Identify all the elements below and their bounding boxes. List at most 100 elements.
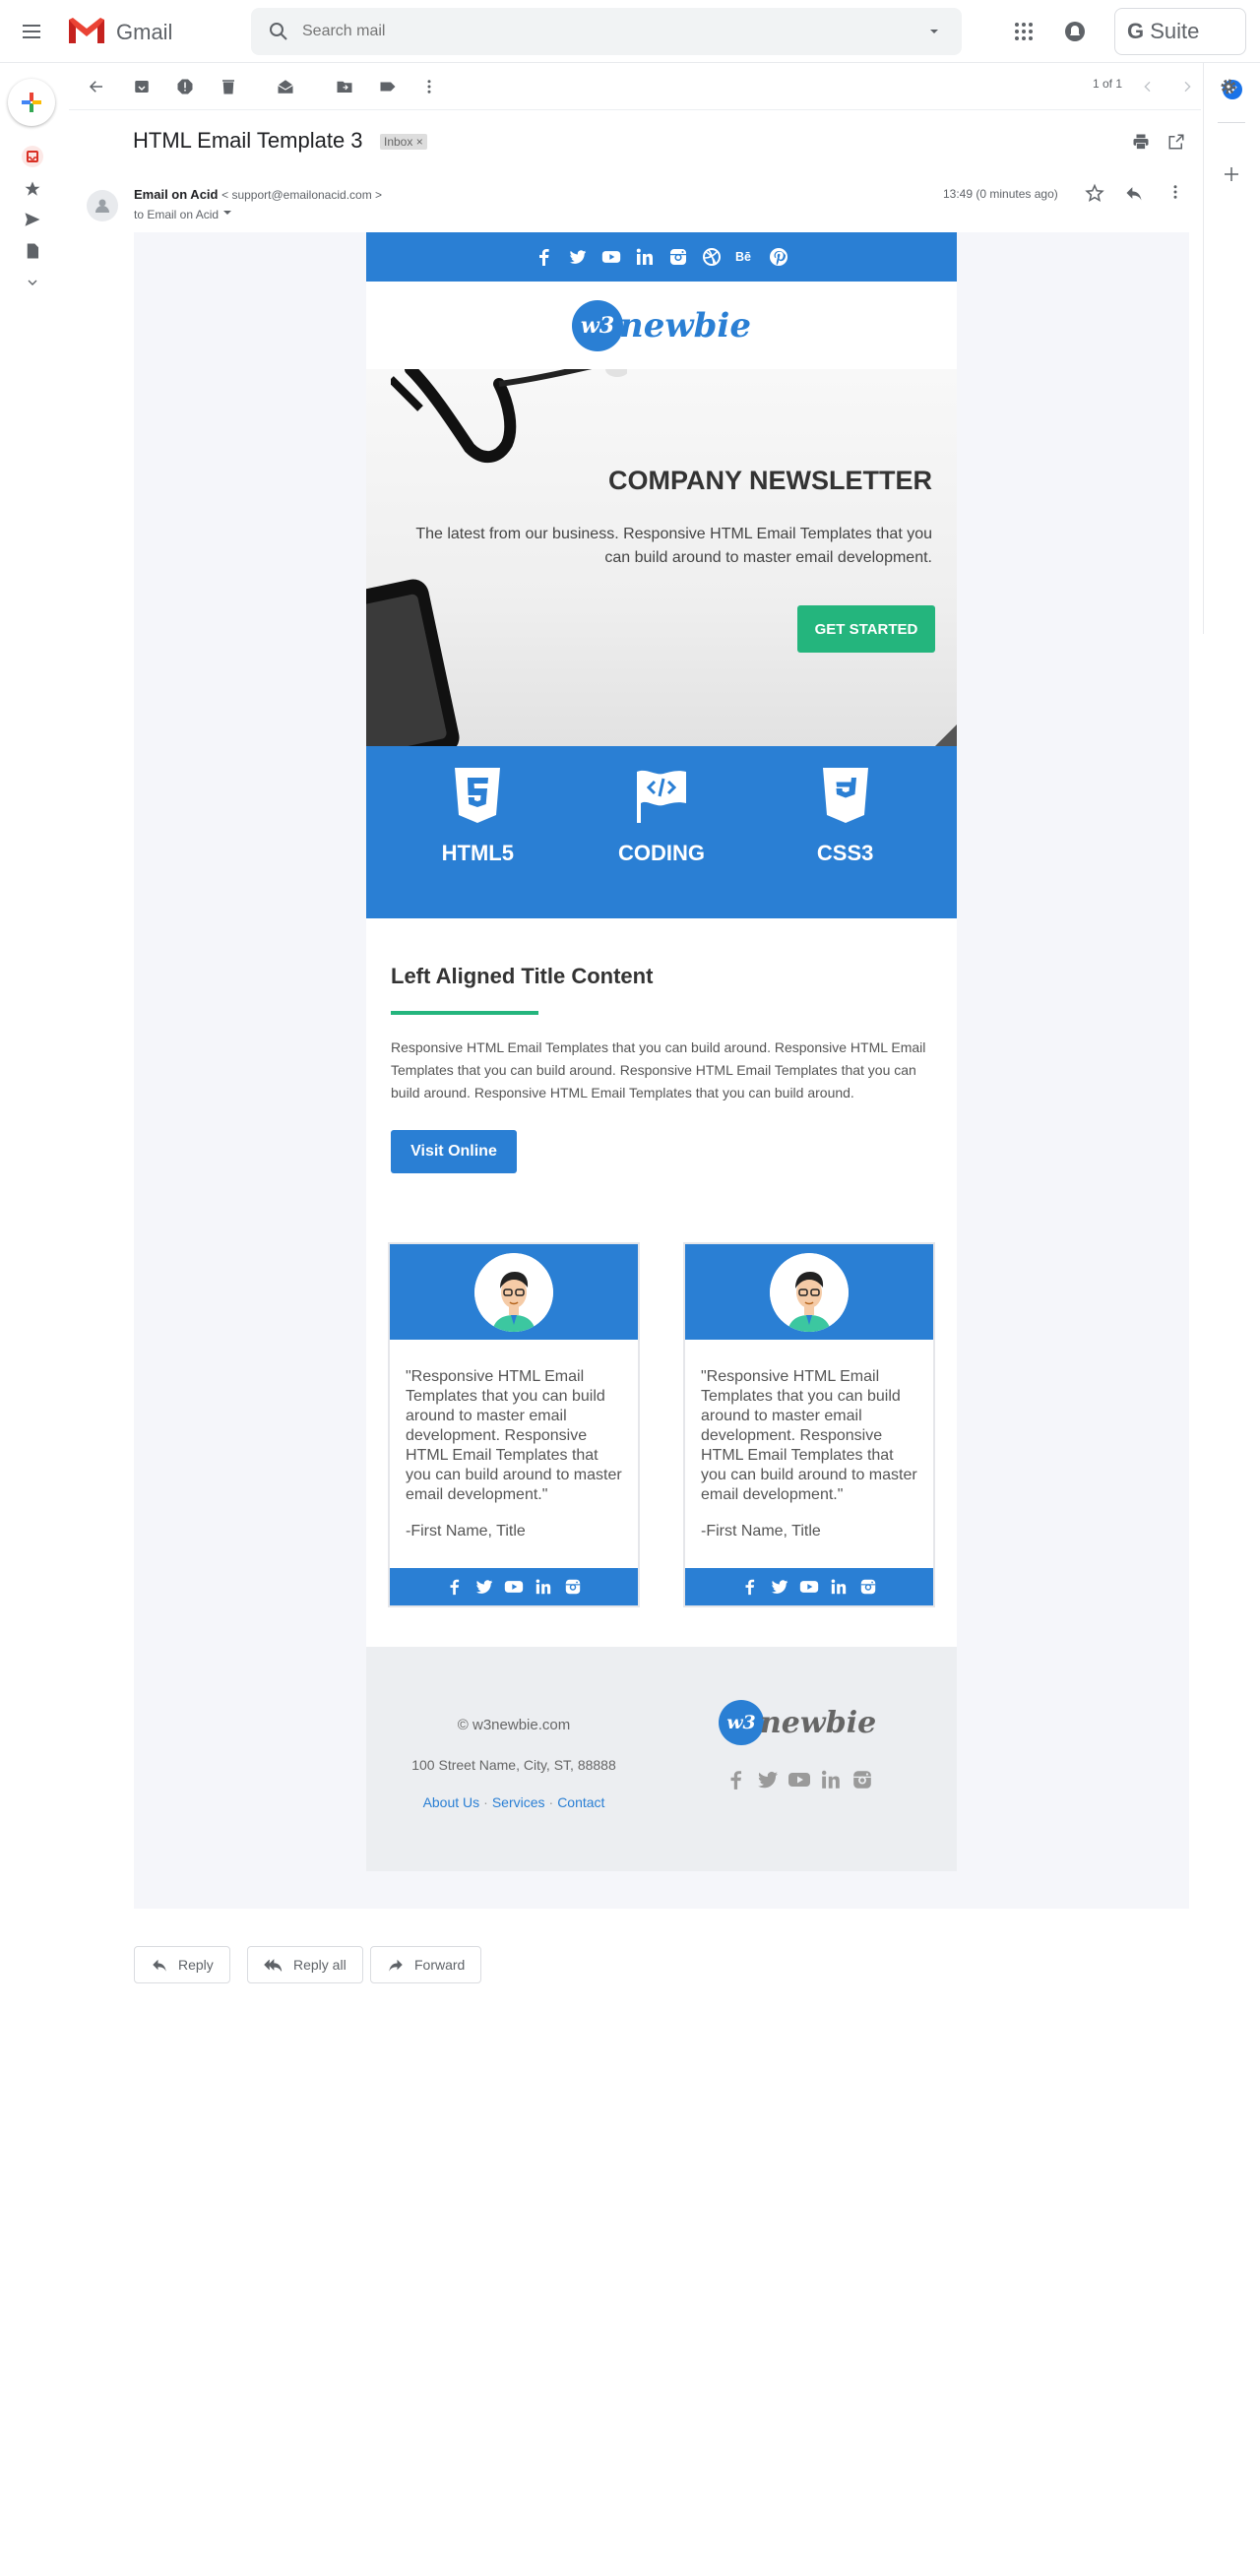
starred-icon[interactable] — [22, 178, 43, 200]
testimonial-social-bar — [390, 1568, 638, 1605]
more-labels-icon[interactable] — [22, 272, 43, 293]
footer-link-about[interactable]: About Us — [423, 1794, 480, 1810]
feature-label: CODING — [617, 841, 705, 865]
hero-banner: COMPANY NEWSLETTER The latest from our b… — [366, 369, 957, 746]
footer-copyright: © w3newbie.com — [457, 1717, 571, 1733]
delete-icon[interactable] — [219, 77, 238, 96]
compose-button[interactable] — [8, 79, 55, 126]
notifications-icon[interactable] — [1063, 20, 1087, 43]
gsuite-g: G — [1127, 19, 1145, 43]
reply-button[interactable]: Reply — [134, 1946, 230, 1983]
visit-online-button[interactable]: Visit Online — [391, 1130, 517, 1173]
linkedin-icon[interactable] — [635, 247, 655, 267]
reply-label: Reply — [178, 1957, 214, 1973]
facebook-icon[interactable] — [444, 1576, 466, 1598]
feature-label: CSS3 — [816, 841, 874, 865]
phone-image — [366, 579, 460, 746]
facebook-icon[interactable] — [724, 1767, 749, 1792]
footer-logo[interactable]: w3 newbie — [719, 1700, 876, 1745]
reply-arrow-icon[interactable] — [1124, 183, 1144, 203]
more-options-icon[interactable] — [419, 77, 439, 96]
link-separator: · — [483, 1794, 488, 1810]
instagram-icon[interactable] — [857, 1576, 879, 1598]
twitter-icon[interactable] — [769, 1576, 790, 1598]
star-icon[interactable] — [1085, 183, 1104, 203]
side-panel — [1203, 63, 1260, 634]
twitter-icon[interactable] — [755, 1767, 781, 1792]
instagram-icon[interactable] — [850, 1767, 875, 1792]
linkedin-icon[interactable] — [828, 1576, 850, 1598]
sender-name[interactable]: Email on Acid — [134, 187, 218, 202]
gmail-logo-icon[interactable] — [67, 16, 106, 45]
youtube-icon[interactable] — [787, 1767, 812, 1792]
footer-link-services[interactable]: Services — [492, 1794, 545, 1810]
settings-gear-icon[interactable] — [1219, 77, 1238, 96]
inbox-label-chip[interactable]: Inbox × — [380, 134, 427, 150]
get-started-button[interactable]: GET STARTED — [797, 605, 935, 653]
linkedin-icon[interactable] — [533, 1576, 554, 1598]
gmail-wordmark[interactable]: Gmail — [116, 20, 172, 45]
footer-social-bar — [724, 1767, 875, 1792]
w3newbie-logo[interactable]: w3 newbie — [572, 299, 751, 351]
mark-unread-icon[interactable] — [276, 77, 295, 96]
recipient-line[interactable]: to Email on Acid — [134, 207, 233, 221]
message-more-icon[interactable] — [1166, 183, 1184, 201]
search-options-icon[interactable] — [924, 22, 944, 41]
print-icon[interactable] — [1132, 133, 1150, 151]
testimonial-card: "Responsive HTML Email Templates that yo… — [388, 1242, 640, 1607]
apps-grid-icon[interactable] — [1012, 20, 1036, 43]
twitter-icon[interactable] — [473, 1576, 495, 1598]
facebook-icon[interactable] — [739, 1576, 761, 1598]
feature-css3: CSS3 — [767, 746, 924, 918]
recipient-text: to Email on Acid — [134, 208, 220, 221]
move-to-icon[interactable] — [335, 77, 354, 96]
report-spam-icon[interactable] — [175, 77, 195, 96]
dribbble-icon[interactable] — [702, 247, 722, 267]
instagram-icon[interactable] — [668, 247, 688, 267]
linkedin-icon[interactable] — [818, 1767, 844, 1792]
drafts-icon[interactable] — [22, 240, 43, 262]
add-addon-icon[interactable] — [1223, 165, 1240, 183]
testimonials-section: "Responsive HTML Email Templates that yo… — [366, 1203, 957, 1647]
glasses-image — [391, 369, 627, 464]
sent-icon[interactable] — [22, 209, 43, 230]
behance-icon[interactable]: Bē — [735, 247, 755, 267]
instagram-icon[interactable] — [562, 1576, 584, 1598]
testimonial-social-bar — [685, 1568, 933, 1605]
labels-icon[interactable] — [378, 77, 398, 96]
feature-label: HTML5 — [441, 841, 514, 865]
header-social-bar: Bē — [366, 232, 957, 282]
content-body: Responsive HTML Email Templates that you… — [391, 1039, 926, 1100]
hero-corner-decoration — [935, 724, 957, 746]
features-band: HTML5 CODING CSS3 — [366, 746, 957, 918]
youtube-icon[interactable] — [503, 1576, 525, 1598]
search-bar[interactable] — [251, 8, 962, 55]
open-new-window-icon[interactable] — [1167, 133, 1185, 151]
footer-link-contact[interactable]: Contact — [557, 1794, 604, 1810]
header-logo-band: w3 newbie — [366, 282, 957, 369]
person-avatar-icon — [474, 1252, 553, 1332]
twitter-icon[interactable] — [568, 247, 588, 267]
pager-text: 1 of 1 — [1093, 77, 1123, 91]
gsuite-badge[interactable]: G Suite — [1114, 8, 1246, 55]
facebook-icon[interactable] — [535, 247, 554, 267]
details-dropdown-icon[interactable] — [221, 207, 233, 219]
reply-all-label: Reply all — [293, 1957, 346, 1973]
hero-title: COMPANY NEWSLETTER — [607, 466, 932, 495]
archive-icon[interactable] — [132, 77, 152, 96]
youtube-icon[interactable] — [798, 1576, 820, 1598]
reply-all-button[interactable]: Reply all — [247, 1946, 363, 1983]
back-arrow-icon[interactable] — [87, 77, 106, 96]
inbox-icon[interactable] — [22, 146, 43, 167]
pinterest-icon[interactable] — [769, 247, 788, 267]
youtube-icon[interactable] — [601, 247, 621, 267]
forward-button[interactable]: Forward — [370, 1946, 482, 1983]
search-input[interactable] — [302, 16, 893, 47]
newer-chevron-icon[interactable] — [1138, 77, 1158, 96]
main-menu-icon[interactable] — [20, 20, 43, 43]
older-chevron-icon[interactable] — [1177, 77, 1197, 96]
testimonial-card: "Responsive HTML Email Templates that yo… — [683, 1242, 935, 1607]
forward-label: Forward — [414, 1957, 466, 1973]
testimonial-header — [390, 1244, 638, 1340]
search-icon[interactable] — [267, 20, 290, 43]
